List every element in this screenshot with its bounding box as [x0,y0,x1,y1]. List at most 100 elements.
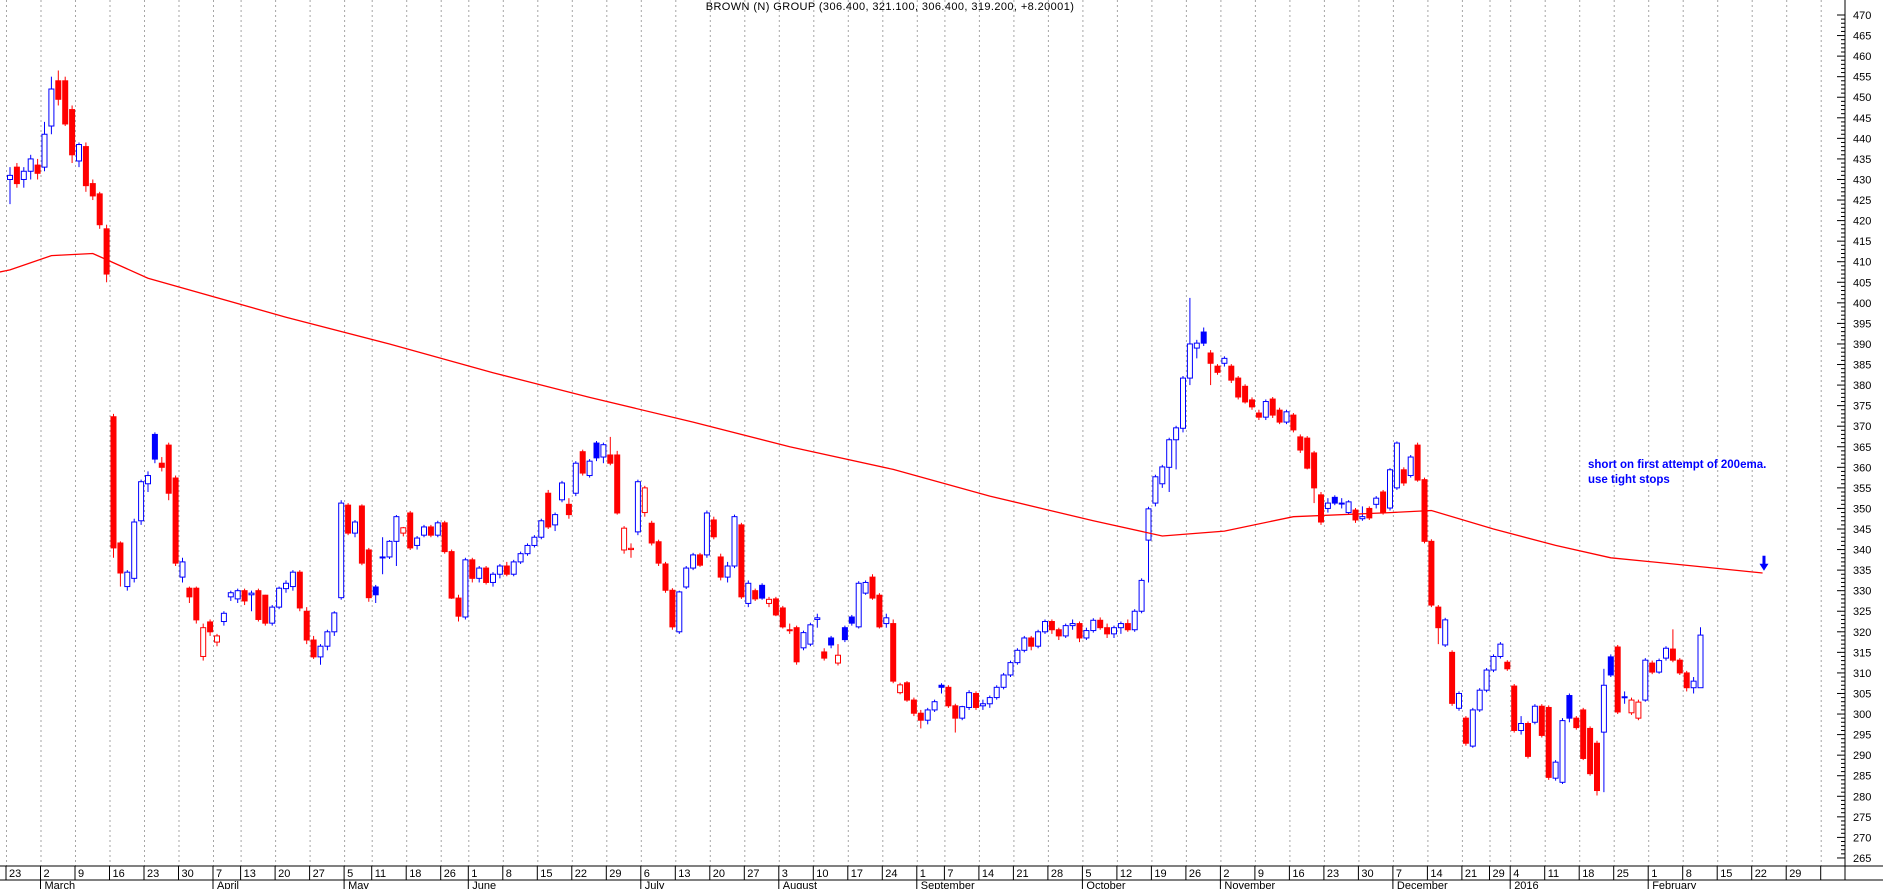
candle [442,521,447,554]
candle [794,626,799,665]
price-label: 385 [1853,360,1871,372]
candle-body [1077,624,1082,638]
week-label: 14 [982,868,994,880]
candle-body [1595,743,1600,790]
price-label: 460 [1853,51,1871,63]
candle-body [905,683,910,700]
candle-body [1070,624,1075,626]
candle-body [946,687,951,706]
candle-body [1332,497,1337,503]
candle-body [277,588,282,607]
candle [201,624,206,661]
candle-body [1312,453,1317,488]
candle [642,486,647,517]
candle-body [925,710,930,720]
price-label: 330 [1853,586,1871,598]
candle-body [1657,661,1662,673]
price-label: 430 [1853,174,1871,186]
candle-body [1691,681,1696,688]
candle-body [1319,495,1324,522]
price-label: 380 [1853,380,1871,392]
candle-body [566,504,571,514]
candle [960,706,965,720]
candle-body [649,523,654,543]
candle [504,562,509,576]
candle [739,523,744,599]
candle [187,587,192,603]
candle [146,471,151,492]
price-label: 315 [1853,647,1871,659]
candle [1650,661,1655,675]
candle [1657,659,1662,674]
price-label: 415 [1853,236,1871,248]
candle-body [1277,410,1282,422]
price-axis[interactable] [1837,0,1845,880]
candle-body [1560,721,1565,783]
candle-body [77,145,82,161]
candle-body [1381,492,1386,512]
price-label: 365 [1853,442,1871,454]
week-label: 7 [216,868,222,880]
week-label: 7 [947,868,953,880]
candle [594,441,599,461]
price-label: 280 [1853,791,1871,803]
week-label: 27 [747,868,759,880]
candle [1049,619,1054,633]
candle [1222,356,1227,366]
candle-body [1139,580,1144,611]
month-label: March [45,880,76,889]
week-label: 8 [506,868,512,880]
candle-body [704,513,709,555]
candle [208,619,213,635]
candle-body [1325,503,1330,508]
candle-body [1484,670,1489,690]
price-label: 465 [1853,31,1871,43]
week-label: 27 [313,868,325,880]
candle-body [290,572,295,586]
candle-body [159,463,164,467]
candle-body [560,483,565,500]
price-label: 345 [1853,524,1871,536]
candle-body [70,110,75,155]
candle-body [608,455,613,463]
candle [815,614,820,628]
candle [249,591,254,612]
arrow-head [1759,564,1768,571]
candle-body [1056,630,1061,636]
candle [953,704,958,733]
candle [1008,661,1013,677]
price-label: 285 [1853,771,1871,783]
candle [780,606,785,629]
candle-body [152,434,157,459]
week-label: 16 [1292,868,1304,880]
candle-body [63,81,68,124]
candle-body [346,505,351,533]
candle [1056,628,1061,640]
candle [1381,490,1386,515]
candle-body [1346,502,1351,513]
candle-body [1415,445,1420,480]
candle-body [1146,509,1151,540]
candle [1201,328,1206,347]
candle-body [877,595,882,627]
candle [1601,669,1606,792]
candle-body [28,159,33,171]
candle [104,225,109,283]
price-chart-canvas[interactable]: 4704654604554504454404354304254204154104… [0,0,1883,889]
candle [1353,508,1358,523]
candle [746,580,751,607]
candle [905,681,910,702]
week-label: 4 [1513,868,1519,880]
candle-body [1636,702,1641,718]
candle [263,595,268,626]
candle-body [822,652,827,658]
candle [1298,434,1303,453]
candle [1698,627,1703,687]
candle-body [1429,541,1434,605]
price-label: 455 [1853,72,1871,84]
candle [1429,539,1434,607]
candle-body [1532,706,1537,722]
week-label: 19 [1154,868,1166,880]
chart-window: 4704654604554504454404354304254204154104… [0,0,1883,889]
candle [235,589,240,603]
